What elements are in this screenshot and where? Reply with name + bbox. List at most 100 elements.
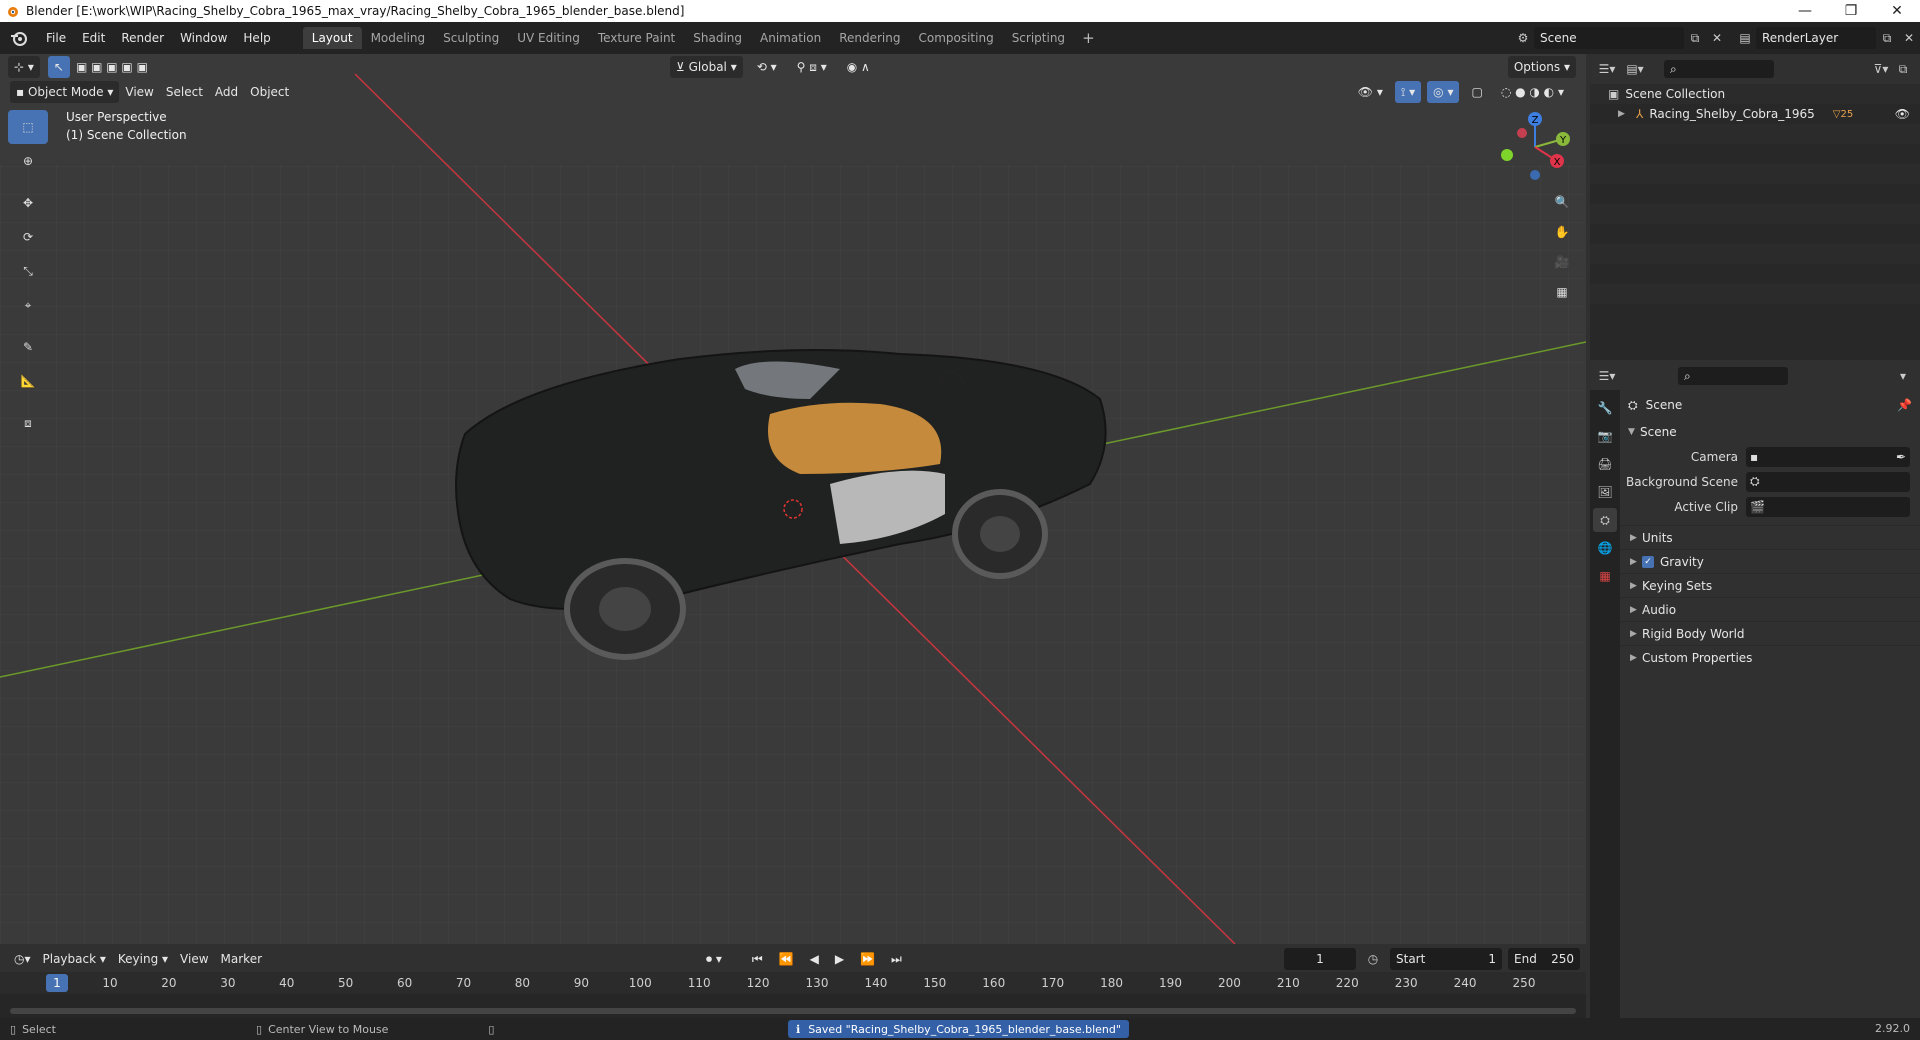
view-layer-browse-icon[interactable]: ▤ — [1734, 27, 1756, 49]
shading-modes-icon[interactable]: ◌ ● ◑ ◐ ▾ — [1495, 81, 1570, 103]
outliner-editor-type-icon[interactable]: ☰▾ — [1596, 58, 1618, 80]
visibility-eye-icon[interactable]: 👁 — [1895, 107, 1910, 121]
camera-view-icon[interactable]: 🎥 — [1548, 249, 1576, 275]
view-layer-selector[interactable]: RenderLayer — [1756, 27, 1876, 49]
ortho-toggle-icon[interactable]: ▦ — [1548, 279, 1576, 305]
tab-uv-editing[interactable]: UV Editing — [508, 27, 589, 49]
pan-hand-icon[interactable]: ✋ — [1548, 219, 1576, 245]
menu-help[interactable]: Help — [235, 28, 278, 48]
menu-marker[interactable]: Marker — [215, 948, 268, 970]
menu-add[interactable]: Add — [209, 81, 244, 103]
eyedropper-icon[interactable]: ✒ — [1896, 450, 1906, 464]
snap-icon[interactable]: ⚲ ⧈ ▾ — [791, 56, 833, 78]
render-tab-icon[interactable]: 📷 — [1593, 424, 1617, 448]
tab-scripting[interactable]: Scripting — [1003, 27, 1074, 49]
measure-tool-icon[interactable]: 📐 — [8, 364, 48, 398]
audio-panel-header[interactable]: ▶ Audio — [1620, 597, 1920, 621]
annotate-tool-icon[interactable]: ✎ — [8, 330, 48, 364]
active-clip-field[interactable]: 🎬 — [1746, 496, 1910, 517]
current-frame-indicator[interactable]: 1 — [46, 974, 68, 992]
proportional-edit-icon[interactable]: ◉ ∧ — [841, 56, 876, 78]
outliner-search-input[interactable]: ⌕ — [1664, 60, 1774, 78]
new-view-layer-icon[interactable]: ⧉ — [1876, 27, 1898, 49]
play-icon[interactable]: ▶ — [829, 948, 850, 970]
3d-viewport[interactable]: ⊹ ▾ ↖ ▣ ▣ ▣ ▣ ▣ ⊻ Global ▾ ⟲ ▾ ⚲ ⧈ ▾ ◉ ∧… — [0, 54, 1586, 944]
outliner-row-object[interactable]: ▶ ⅄ Racing_Shelby_Cobra_1965 ▽25 👁 — [1590, 104, 1920, 124]
restore-button[interactable]: ❐ — [1828, 0, 1874, 22]
close-button[interactable]: ✕ — [1874, 0, 1920, 22]
new-scene-icon[interactable]: ⧉ — [1684, 27, 1706, 49]
preview-range-icon[interactable]: ◷ — [1362, 948, 1384, 970]
delete-scene-icon[interactable]: ✕ — [1706, 27, 1728, 49]
output-tab-icon[interactable]: 🖨 — [1593, 452, 1617, 476]
jump-end-icon[interactable]: ⏭ — [885, 948, 908, 970]
menu-render[interactable]: Render — [113, 28, 172, 48]
rigid-body-world-panel-header[interactable]: ▶ Rigid Body World — [1620, 621, 1920, 645]
play-reverse-icon[interactable]: ◀ — [804, 948, 825, 970]
record-icon[interactable]: ⏺ ▾ — [700, 948, 728, 970]
menu-object[interactable]: Object — [244, 81, 295, 103]
overlay-toggle-icon[interactable]: ◎ ▾ — [1427, 81, 1460, 103]
minimize-button[interactable]: — — [1782, 0, 1828, 22]
navigation-gizmo[interactable]: Z Y X — [1490, 109, 1580, 189]
visibility-icon[interactable]: 👁 ▾ — [1352, 81, 1389, 103]
jump-start-icon[interactable]: ⏮ — [746, 948, 769, 970]
tab-modeling[interactable]: Modeling — [362, 27, 435, 49]
pin-icon[interactable]: 📌 — [1897, 398, 1912, 412]
rotate-tool-icon[interactable]: ⟳ — [8, 220, 48, 254]
save-report[interactable]: ℹ Saved "Racing_Shelby_Cobra_1965_blende… — [788, 1020, 1129, 1038]
timeline-track[interactable] — [0, 994, 1586, 1018]
view-layer-tab-icon[interactable]: 🖼 — [1593, 480, 1617, 504]
gravity-panel-header[interactable]: ▶ ✓ Gravity — [1620, 549, 1920, 573]
end-frame-field[interactable]: End 250 — [1508, 948, 1580, 970]
select-box-tool-icon[interactable]: ⬚ — [8, 110, 48, 144]
menu-playback[interactable]: Playback ▾ — [37, 948, 112, 970]
properties-options-icon[interactable]: ▾ — [1892, 365, 1914, 387]
units-panel-header[interactable]: ▶ Units — [1620, 525, 1920, 549]
outliner-row-scene-collection[interactable]: ▣ Scene Collection — [1590, 84, 1920, 104]
camera-field[interactable]: ▪ ✒ — [1746, 446, 1910, 467]
tab-sculpting[interactable]: Sculpting — [434, 27, 508, 49]
pivot-icon[interactable]: ⟲ ▾ — [751, 56, 783, 78]
properties-search-input[interactable]: ⌕ — [1678, 367, 1788, 385]
menu-keying[interactable]: Keying ▾ — [112, 948, 174, 970]
scene-browse-icon[interactable]: ⚙ — [1512, 27, 1534, 49]
scene-selector[interactable]: Scene — [1534, 27, 1684, 49]
editor-type-icon[interactable]: ⊹ ▾ — [8, 56, 40, 78]
scale-tool-icon[interactable]: ⤡ — [8, 254, 48, 288]
jump-keyframe-back-icon[interactable]: ⏪ — [773, 948, 800, 970]
selection-mode-icons[interactable]: ▣ ▣ ▣ ▣ ▣ — [70, 56, 154, 78]
gizmo-toggle-icon[interactable]: ⟟ ▾ — [1394, 81, 1422, 103]
properties-editor-type-icon[interactable]: ☰▾ — [1596, 365, 1618, 387]
mode-selector[interactable]: ▪ Object Mode ▾ — [10, 81, 120, 103]
menu-edit[interactable]: Edit — [74, 28, 113, 48]
background-scene-field[interactable]: ⛭ — [1746, 471, 1910, 492]
gravity-checkbox[interactable]: ✓ — [1642, 555, 1654, 568]
xray-icon[interactable]: ▢ — [1465, 81, 1488, 103]
add-cube-tool-icon[interactable]: ⧈ — [8, 406, 48, 440]
tab-compositing[interactable]: Compositing — [909, 27, 1002, 49]
menu-file[interactable]: File — [38, 28, 74, 48]
scene-panel-header[interactable]: ▼ Scene — [1620, 420, 1920, 444]
options-button[interactable]: Options ▾ — [1507, 56, 1576, 78]
zoom-icon[interactable]: 🔍 — [1548, 189, 1576, 215]
select-tool-icon[interactable]: ↖ — [47, 56, 70, 78]
timeline-editor-type-icon[interactable]: ◷▾ — [8, 948, 37, 970]
keying-sets-panel-header[interactable]: ▶ Keying Sets — [1620, 573, 1920, 597]
world-tab-icon[interactable]: 🌐 — [1593, 536, 1617, 560]
current-frame-field[interactable]: 1 — [1284, 948, 1356, 970]
menu-window[interactable]: Window — [172, 28, 235, 48]
start-frame-field[interactable]: Start 1 — [1390, 948, 1502, 970]
timeline-ruler[interactable]: 1 10 20 30 40 50 60 70 80 90 100 110 120 130 140 150 160… — [0, 972, 1586, 994]
delete-view-layer-icon[interactable]: ✕ — [1898, 27, 1920, 49]
transform-orientation[interactable]: ⊻ Global ▾ — [670, 56, 743, 78]
jump-keyframe-forward-icon[interactable]: ⏩ — [854, 948, 881, 970]
move-tool-icon[interactable]: ✥ — [8, 186, 48, 220]
timeline-scrollbar[interactable] — [10, 1008, 1576, 1014]
menu-timeline-view[interactable]: View — [174, 948, 214, 970]
blender-menu-icon[interactable] — [8, 27, 30, 49]
menu-view[interactable]: View — [119, 81, 159, 103]
filter-icon[interactable]: ⊽▾ — [1870, 58, 1892, 80]
tab-rendering[interactable]: Rendering — [830, 27, 909, 49]
menu-select[interactable]: Select — [160, 81, 209, 103]
